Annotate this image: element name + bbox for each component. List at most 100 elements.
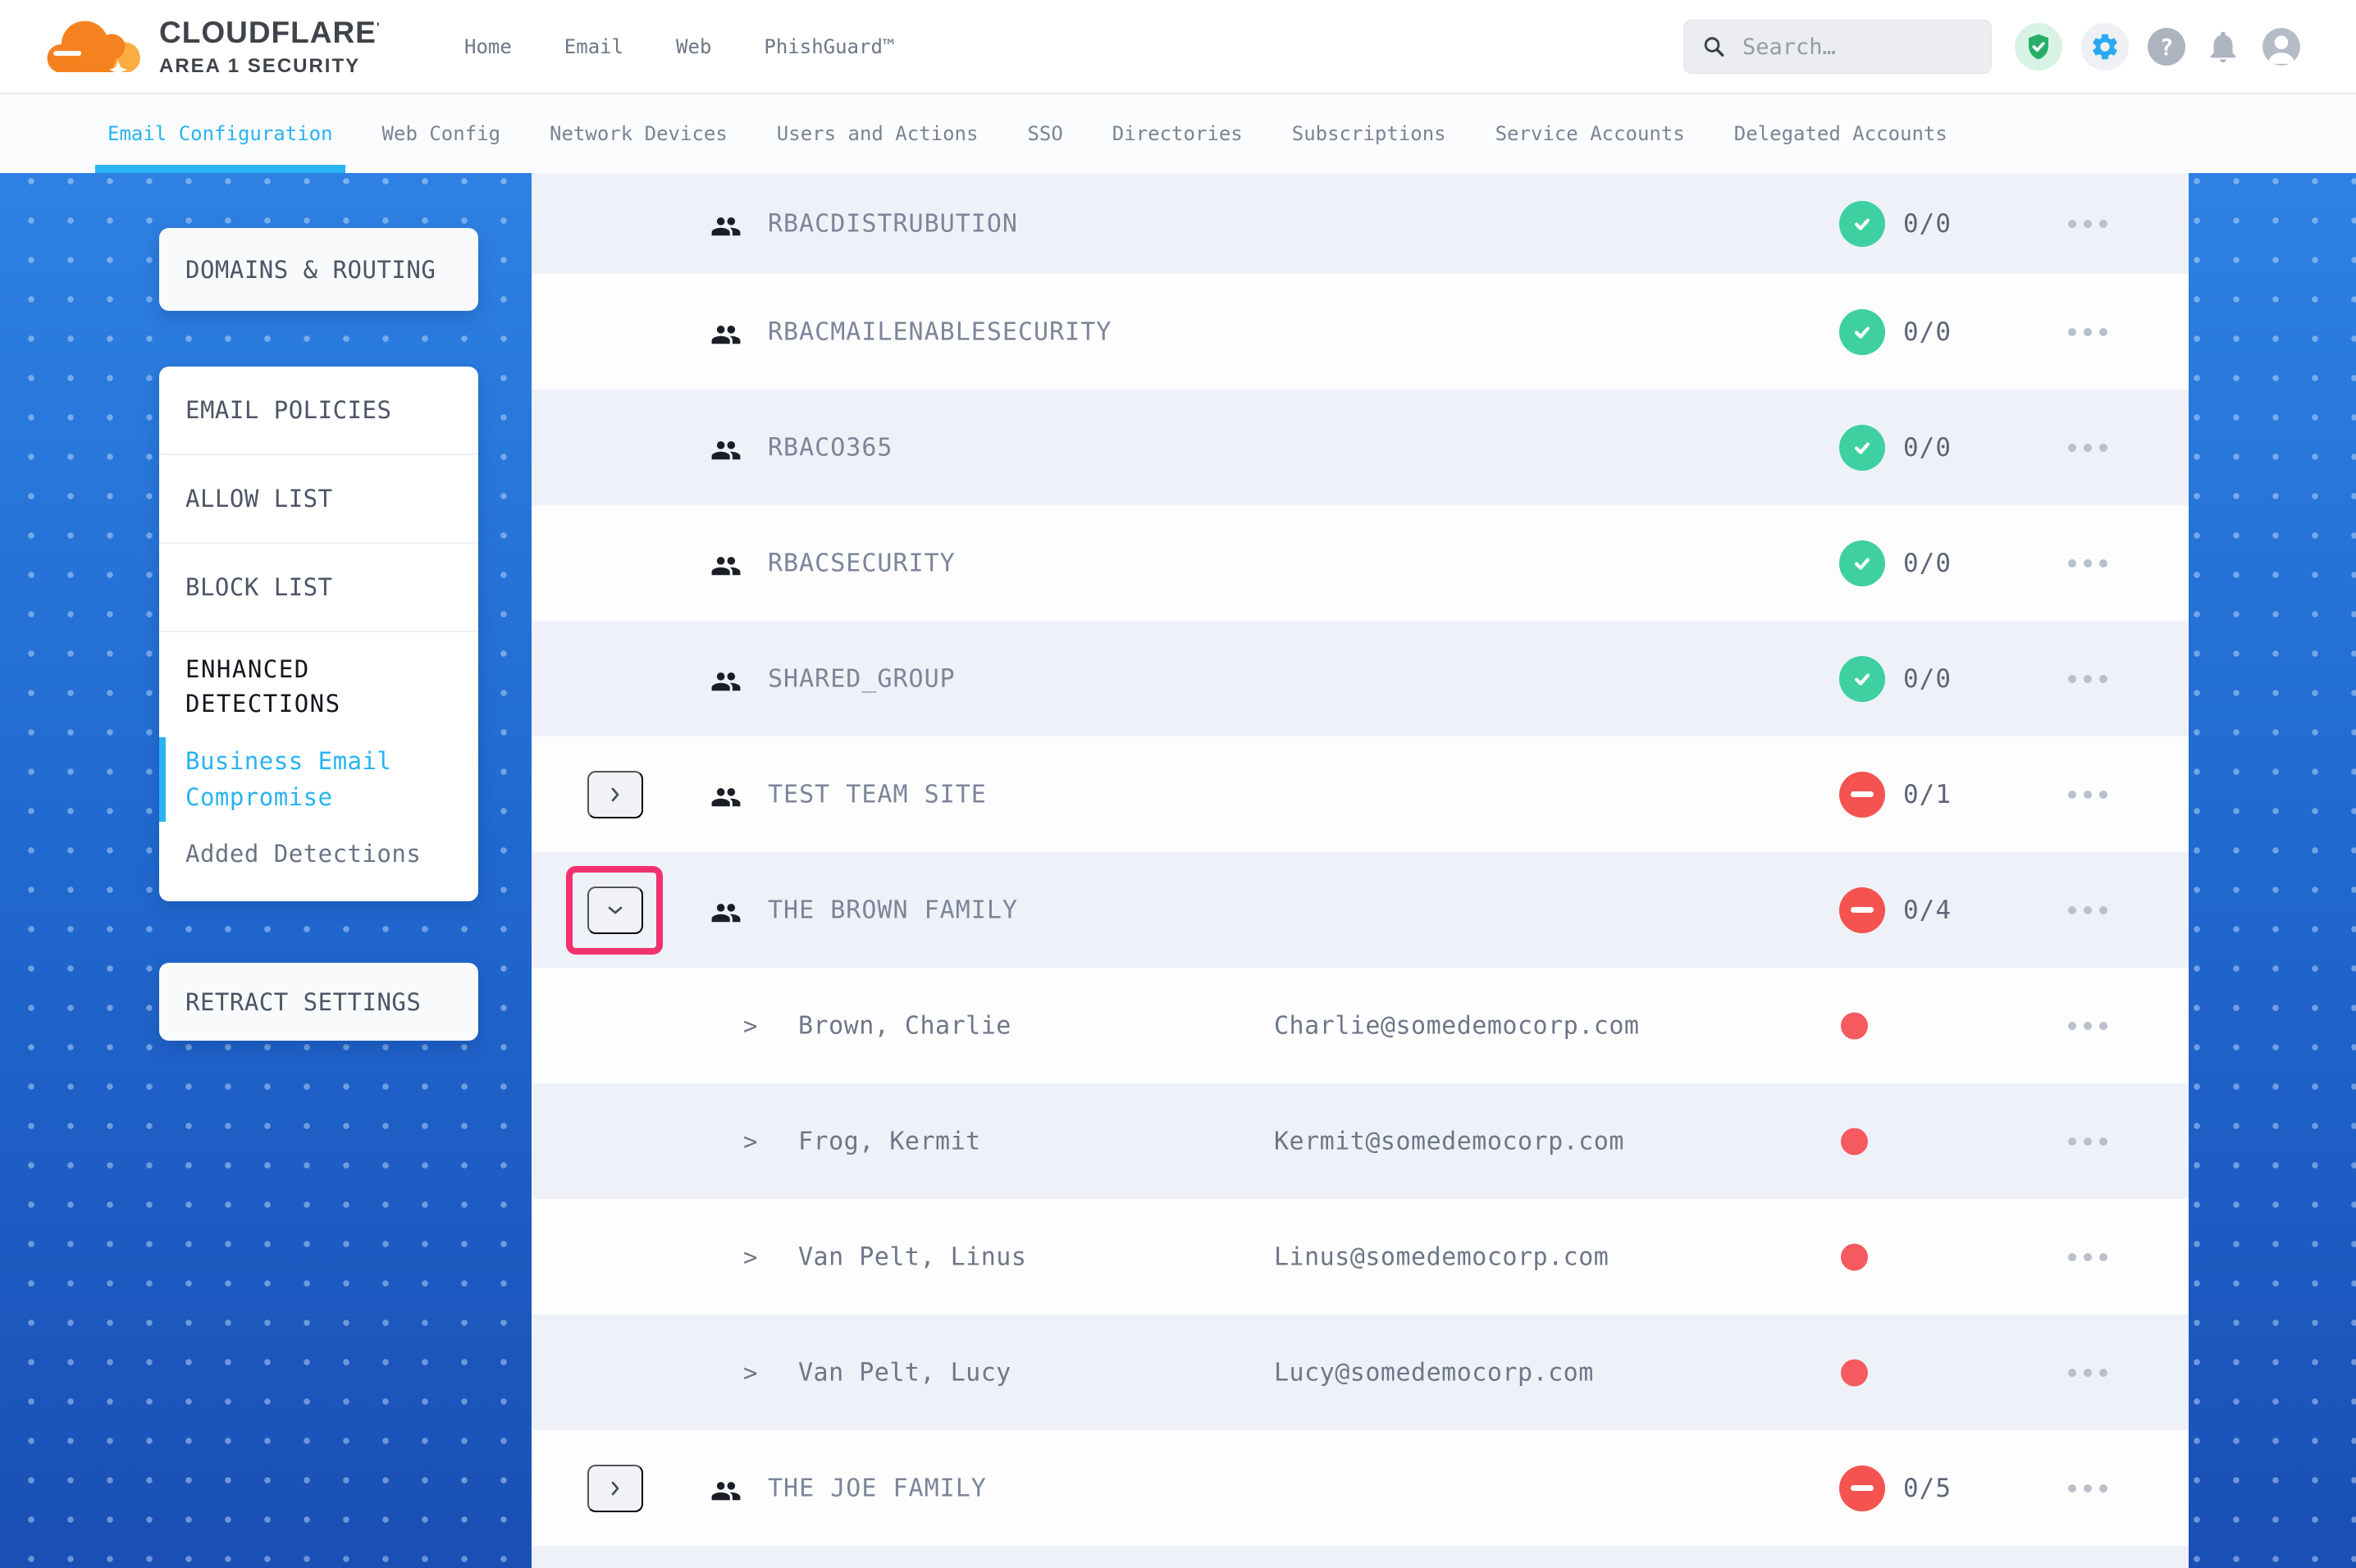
sidebar-card-retract-settings[interactable]: RETRACT SETTINGS	[159, 963, 478, 1041]
brand: CLOUDFLARE' AREA 1 SECURITY	[46, 11, 448, 82]
group-name: RBACO365	[768, 433, 893, 462]
row-actions-menu-icon[interactable]	[2068, 1014, 2107, 1038]
member-email: Linus@somedemocorp.com	[1274, 1242, 1609, 1271]
sub-nav: Email Configuration Web Config Network Dev…	[0, 94, 2356, 173]
sidebar-item-added-detections[interactable]: Added Detections	[185, 840, 452, 868]
sidebar-item-retract-settings[interactable]: RETRACT SETTINGS	[185, 988, 421, 1016]
row-actions-menu-icon[interactable]	[2068, 212, 2107, 236]
member-count: 0/4	[1903, 896, 1952, 925]
top-nav-link-email[interactable]: Email	[564, 35, 623, 58]
brand-subtitle: AREA 1 SECURITY	[159, 55, 381, 78]
bell-icon[interactable]	[2204, 28, 2242, 66]
row-actions-menu-icon[interactable]	[2068, 1129, 2107, 1154]
member-row: >Frog, KermitKermit@somedemocorp.com	[532, 1083, 2189, 1199]
group-icon	[710, 666, 742, 692]
sidebar-item-domains-routing[interactable]: DOMAINS & ROUTING	[185, 256, 436, 284]
tab-sso[interactable]: SSO	[1015, 94, 1075, 173]
sidebar-item-block-list[interactable]: BLOCK LIST	[159, 544, 478, 632]
expand-group-button[interactable]	[587, 771, 643, 818]
tab-web-config[interactable]: Web Config	[370, 94, 514, 173]
member-row: >Brown, CharlieCharlie@somedemocorp.com	[532, 968, 2189, 1083]
group-icon	[710, 1475, 742, 1502]
help-icon[interactable]: ?	[2148, 28, 2185, 66]
member-chevron-icon[interactable]: >	[743, 1359, 757, 1387]
group-icon	[710, 897, 742, 923]
row-actions-menu-icon[interactable]	[2068, 1361, 2107, 1385]
sidebar-card-email-policies: EMAIL POLICIES ALLOW LIST BLOCK LIST ENH…	[159, 367, 478, 901]
status-blocked-icon	[1839, 772, 1885, 818]
avatar-icon[interactable]	[2261, 26, 2302, 67]
group-icon	[710, 319, 742, 345]
group-row: SHARED_GROUP 0/0	[532, 621, 2189, 736]
status-blocked-icon	[1839, 1465, 1885, 1511]
group-name: RBACMAILENABLESECURITY	[768, 317, 1112, 346]
group-row: RBACSECURITY0/0	[532, 505, 2189, 621]
row-actions-menu-icon[interactable]	[2068, 1476, 2107, 1501]
group-name: TEST TEAM SITE	[768, 780, 987, 809]
search-box[interactable]	[1683, 20, 1992, 74]
member-count: 0/0	[1903, 433, 1952, 463]
member-count: 0/0	[1903, 549, 1952, 578]
row-actions-menu-icon[interactable]	[2068, 898, 2107, 923]
member-name: Van Pelt, Lucy	[798, 1358, 1011, 1387]
group-row: THE BROWN FAMILY 0/4	[532, 852, 2189, 968]
search-input[interactable]	[1742, 34, 1973, 60]
row-actions-menu-icon[interactable]	[2068, 435, 2107, 460]
top-nav-link-web[interactable]: Web	[676, 35, 711, 58]
member-email: Charlie@somedemocorp.com	[1274, 1011, 1639, 1040]
row-actions-menu-icon[interactable]	[2068, 551, 2107, 576]
member-count: 0/1	[1903, 780, 1952, 809]
member-email: Lucy@somedemocorp.com	[1274, 1358, 1594, 1387]
member-chevron-icon[interactable]: >	[743, 1243, 757, 1271]
member-row: > Van Pelt, Lucy Lucy@somedemocorp.com	[532, 1315, 2189, 1430]
group-name: SHARED_GROUP	[768, 664, 956, 693]
gear-icon[interactable]	[2081, 23, 2129, 71]
row-actions-menu-icon[interactable]	[2068, 782, 2107, 807]
cloudflare-logo-icon	[46, 11, 146, 82]
member-chevron-icon[interactable]: >	[743, 1128, 757, 1155]
member-status-dot	[1841, 1243, 1868, 1270]
tab-users-and-actions[interactable]: Users and Actions	[765, 94, 991, 173]
sidebar-item-email-policies[interactable]: EMAIL POLICIES	[159, 367, 478, 455]
tab-network-devices[interactable]: Network Devices	[537, 94, 740, 173]
member-name: Van Pelt, Linus	[798, 1242, 1026, 1271]
top-nav-link-phishguard[interactable]: PhishGuard™	[764, 35, 894, 58]
tab-email-configuration[interactable]: Email Configuration	[95, 94, 345, 173]
groups-list-panel: RBACDISTRUBUTION0/0RBACMAILENABLESECURIT…	[532, 173, 2189, 1568]
status-ok-icon	[1839, 425, 1885, 471]
tab-delegated-accounts[interactable]: Delegated Accounts	[1722, 94, 1960, 173]
row-actions-menu-icon[interactable]	[2068, 1245, 2107, 1269]
expand-group-button[interactable]	[587, 1465, 643, 1512]
member-count: 0/0	[1903, 664, 1952, 694]
tab-service-accounts[interactable]: Service Accounts	[1483, 94, 1697, 173]
member-chevron-icon[interactable]: >	[743, 1012, 757, 1040]
sidebar-item-business-email-compromise[interactable]: Business Email Compromise	[185, 744, 452, 815]
tab-directories[interactable]: Directories	[1100, 94, 1255, 173]
row-actions-menu-icon[interactable]	[2068, 667, 2107, 691]
background-canvas: DOMAINS & ROUTING EMAIL POLICIES ALLOW L…	[0, 173, 2356, 1568]
group-row: RBACDISTRUBUTION0/0	[532, 173, 2189, 274]
member-status-dot	[1841, 1012, 1868, 1039]
group-row: RBACO365 0/0	[532, 390, 2189, 505]
member-status-dot	[1841, 1359, 1868, 1386]
group-name: THE BROWN FAMILY	[768, 896, 1018, 924]
sidebar-section-enhanced-detections: ENHANCED DETECTIONS Business Email Compr…	[159, 632, 478, 868]
status-ok-icon	[1839, 540, 1885, 586]
group-name: THE JOE FAMILY	[768, 1474, 987, 1502]
brand-text: CLOUDFLARE' AREA 1 SECURITY	[159, 16, 381, 78]
group-row: TEST TEAM SITE 0/1	[532, 736, 2189, 852]
member-count: 0/0	[1903, 209, 1952, 239]
brand-name: CLOUDFLARE'	[159, 16, 381, 50]
highlight-box	[566, 866, 663, 955]
row-actions-menu-icon[interactable]	[2068, 320, 2107, 344]
tab-subscriptions[interactable]: Subscriptions	[1280, 94, 1459, 173]
sidebar-card-domains-routing[interactable]: DOMAINS & ROUTING	[159, 228, 478, 311]
top-nav-link-home[interactable]: Home	[464, 35, 512, 58]
status-ok-icon	[1839, 656, 1885, 702]
sidebar-item-allow-list[interactable]: ALLOW LIST	[159, 455, 478, 544]
sidebar-item-enhanced-detections[interactable]: ENHANCED DETECTIONS	[185, 652, 452, 721]
top-nav: Home Email Web PhishGuard™	[464, 35, 894, 58]
group-row: THE JOE FAMILY0/5	[532, 1430, 2189, 1546]
shield-check-icon[interactable]	[2015, 23, 2062, 71]
group-row: RBACMAILENABLESECURITY0/0	[532, 274, 2189, 390]
